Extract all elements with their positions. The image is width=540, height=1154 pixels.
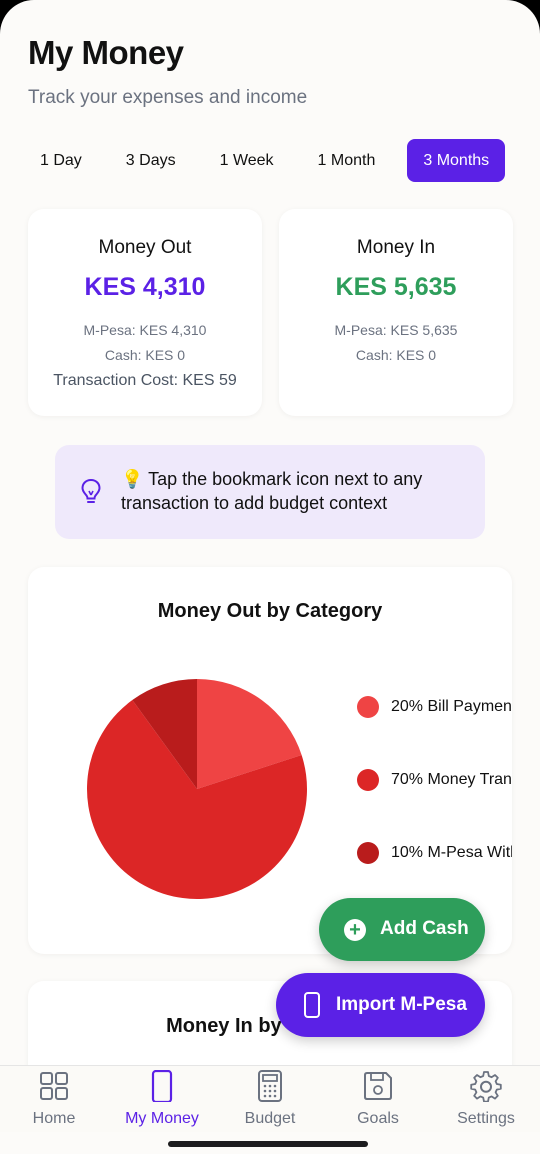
money-out-card: Money Out KES 4,310 M-Pesa: KES 4,310 Ca… — [28, 209, 262, 416]
phone-icon — [304, 992, 320, 1018]
chart-title: Money Out by Category — [157, 600, 383, 622]
bottom-tab-bar: Home My Money Budget Goals Settings — [0, 1065, 540, 1132]
tab-home[interactable]: Home — [0, 1066, 108, 1132]
tab-settings[interactable]: Settings — [432, 1066, 540, 1132]
money-in-amount: KES 5,635 — [335, 273, 457, 301]
period-3-days[interactable]: 3 Days — [110, 139, 192, 182]
legend-dot — [357, 842, 379, 864]
add-cash-button[interactable]: + Add Cash — [319, 898, 485, 961]
legend-item-bill-payment: 20% Bill Payment — [357, 695, 512, 719]
plus-icon: + — [344, 919, 366, 941]
phone-icon — [151, 1070, 173, 1102]
money-out-cash: Cash: KES 0 — [104, 347, 186, 363]
period-3-months[interactable]: 3 Months — [407, 139, 506, 182]
calculator-icon — [258, 1070, 282, 1102]
tab-label: Budget — [244, 1110, 296, 1127]
money-in-card: Money In KES 5,635 M-Pesa: KES 5,635 Cas… — [279, 209, 513, 416]
money-in-mpesa: M-Pesa: KES 5,635 — [334, 322, 458, 338]
tab-my-money[interactable]: My Money — [108, 1066, 216, 1132]
gear-icon — [470, 1071, 502, 1102]
legend-item-money-transfer: 70% Money Transfer — [357, 768, 512, 792]
tab-label: My Money — [125, 1110, 199, 1127]
money-out-chart-card: Money Out by Category 20% Bill Payment 7… — [28, 567, 512, 954]
tab-goals[interactable]: Goals — [324, 1066, 432, 1132]
period-1-week[interactable]: 1 Week — [204, 139, 290, 182]
legend-label: 10% M-Pesa Withdrawal — [391, 844, 512, 861]
page-title: My Money — [28, 34, 184, 71]
money-out-mpesa: M-Pesa: KES 4,310 — [83, 322, 207, 338]
period-selector: 1 Day 3 Days 1 Week 1 Month 3 Months — [24, 139, 517, 182]
money-out-transaction-cost: Transaction Cost: KES 59 — [53, 372, 237, 389]
legend-item-mpesa-withdrawal: 10% M-Pesa Withdrawal — [357, 841, 512, 865]
legend-dot — [357, 696, 379, 718]
legend-label: 20% Bill Payment — [391, 698, 512, 715]
money-in-title: Money In — [356, 237, 436, 258]
lightbulb-icon — [81, 478, 101, 503]
import-mpesa-button[interactable]: Import M-Pesa — [276, 973, 485, 1037]
add-cash-label: Add Cash — [380, 918, 469, 939]
money-out-title: Money Out — [98, 237, 192, 258]
legend-label: 70% Money Transfer — [391, 771, 512, 788]
budget-tip: 💡 Tap the bookmark icon next to any tran… — [55, 445, 485, 539]
tab-label: Goals — [357, 1110, 399, 1127]
import-mpesa-label: Import M-Pesa — [336, 994, 467, 1015]
tip-text: 💡 Tap the bookmark icon next to any tran… — [121, 469, 423, 513]
page-subtitle: Track your expenses and income — [28, 87, 308, 108]
tab-label: Settings — [457, 1110, 515, 1127]
period-1-month[interactable]: 1 Month — [302, 139, 392, 182]
tab-budget[interactable]: Budget — [216, 1066, 324, 1132]
pie-chart — [86, 679, 307, 899]
grid-icon — [40, 1072, 68, 1100]
period-1-day[interactable]: 1 Day — [24, 139, 98, 182]
money-in-cash: Cash: KES 0 — [355, 347, 437, 363]
legend-dot — [357, 769, 379, 791]
tab-label: Home — [32, 1110, 76, 1127]
screen: My Money Track your expenses and income … — [0, 0, 540, 1132]
home-indicator — [168, 1141, 368, 1147]
save-icon — [364, 1072, 392, 1100]
money-out-amount: KES 4,310 — [84, 273, 206, 301]
